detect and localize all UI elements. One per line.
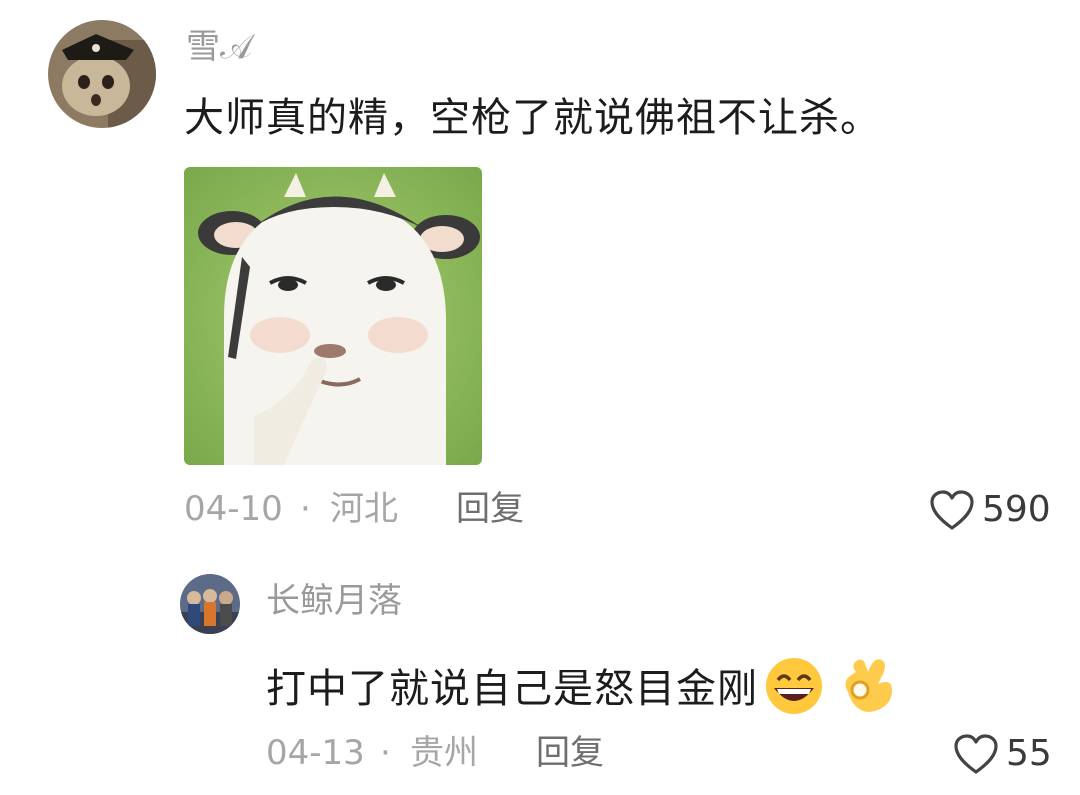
like-count: 590 xyxy=(982,489,1051,530)
comment-date: 04-10 xyxy=(184,489,283,529)
comment-username[interactable]: 雪𝒜 xyxy=(186,30,252,64)
grinning-face-emoji xyxy=(760,654,830,723)
reply-location: 贵州 xyxy=(410,733,478,773)
avatar[interactable] xyxy=(48,20,156,128)
group-photo-avatar-image xyxy=(180,574,240,634)
cat-pirate-avatar-image xyxy=(48,20,156,128)
reply-date: 04-13 xyxy=(266,733,365,773)
heart-outline-icon xyxy=(952,732,1000,776)
avatar[interactable] xyxy=(180,574,240,634)
meta-separator: · xyxy=(380,733,391,773)
reply-username[interactable]: 长鲸月落 xyxy=(266,584,402,618)
reply-text-row: 打中了就说自己是怒目金刚 xyxy=(266,652,900,725)
meta-separator: · xyxy=(300,489,311,529)
comment-location: 河北 xyxy=(330,489,398,529)
reply-button[interactable]: 回复 xyxy=(456,492,524,526)
reply-button[interactable]: 回复 xyxy=(536,736,604,770)
comment-sticker-image[interactable] xyxy=(184,167,482,465)
like-count: 55 xyxy=(1006,733,1052,774)
like-button[interactable]: 55 xyxy=(952,732,1052,776)
comment-text: 大师真的精，空枪了就说佛祖不让杀。 xyxy=(184,95,881,141)
reply-text: 打中了就说自己是怒目金刚 xyxy=(266,665,758,712)
ok-hand-emoji xyxy=(834,652,900,725)
like-button[interactable]: 590 xyxy=(928,488,1051,532)
heart-outline-icon xyxy=(928,488,976,532)
cow-face-meme-sticker xyxy=(184,167,482,465)
